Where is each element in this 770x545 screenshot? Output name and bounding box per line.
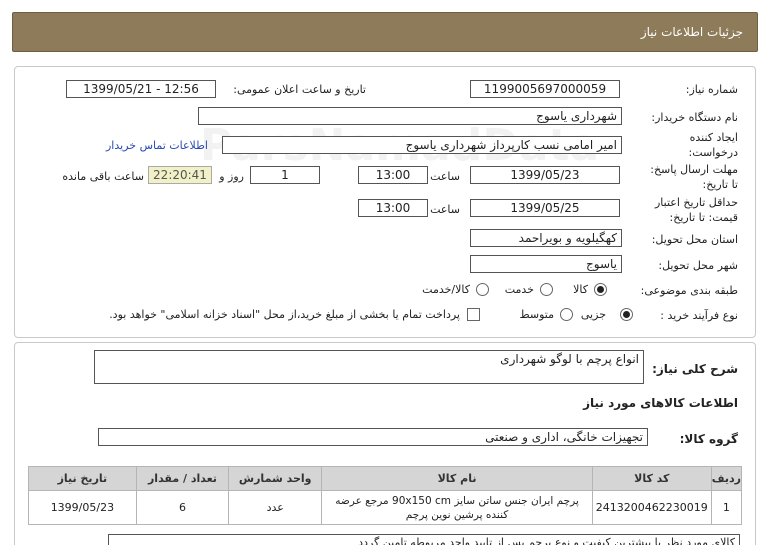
need-number-field[interactable]: 1199005697000059 [470, 80, 620, 98]
validity-time-label: ساعت [430, 203, 460, 216]
col-quantity: تعداد / مقدار [135, 466, 230, 491]
process-label: نوع فرآیند خرید : [660, 309, 738, 322]
remaining-time-field: 22:20:41 [148, 166, 212, 184]
announce-date-field[interactable]: 1399/05/21 - 12:56 [66, 80, 216, 98]
items-section-title: اطلاعات کالاهای مورد نیاز [583, 396, 738, 410]
buyer-label: نام دستگاه خریدار: [651, 111, 738, 124]
validity-date-field[interactable]: 1399/05/25 [470, 199, 620, 217]
announce-date-label: تاریخ و ساعت اعلان عمومی: [233, 83, 366, 96]
buyer-notes-field[interactable]: کالای مورد نظر با بیشترین کیفیت و نوع پر… [108, 534, 740, 545]
category-option-goods-service: کالا/خدمت [422, 283, 470, 296]
province-field[interactable]: کهگیلویه و بویراحمد [470, 229, 622, 247]
remaining-time-label: ساعت باقی مانده [62, 170, 144, 183]
category-label: طبقه بندی موضوعی: [640, 284, 738, 297]
need-description-field[interactable]: انواع پرچم با لوگو شهرداری [94, 350, 644, 384]
table-header-row: ردیف کد کالا نام کالا واحد شمارش تعداد /… [28, 466, 743, 491]
need-description-label: شرح کلی نیاز: [652, 362, 738, 376]
province-label: استان محل تحویل: [651, 233, 738, 246]
deadline-label: مهلت ارسال پاسخ: تا تاریخ: [650, 163, 738, 191]
treasury-payment-note: پرداخت تمام یا بخشی از مبلغ خرید،از محل … [109, 308, 460, 321]
process-option-medium: متوسط [519, 308, 554, 321]
col-need-date: تاریخ نیاز [28, 466, 137, 491]
requester-field[interactable]: امیر امامی نسب کارپرداز شهرداری یاسوج [222, 136, 622, 154]
category-radio-goods[interactable] [594, 283, 607, 296]
col-goods-code: کد کالا [591, 466, 712, 491]
cell-need-date: 1399/05/23 [28, 490, 137, 525]
goods-group-label: گروه کالا: [679, 432, 738, 446]
page-title: جزئیات اطلاعات نیاز [640, 25, 743, 39]
need-number-label: شماره نیاز: [685, 83, 738, 96]
process-radio-medium[interactable] [560, 308, 573, 321]
city-field[interactable]: یاسوج [470, 255, 622, 273]
buyer-contact-link[interactable]: اطلاعات تماس خریدار [106, 139, 208, 152]
cell-goods-name: پرچم ایران جنس ساتن سایز 90x150 cm مرجع … [321, 490, 593, 525]
days-label: روز و [219, 170, 244, 183]
process-option-minor: جزیی [580, 308, 606, 321]
deadline-date-field[interactable]: 1399/05/23 [470, 166, 620, 184]
cell-row-number: 1 [710, 490, 743, 525]
goods-group-field[interactable]: تجهیزات خانگی، اداری و صنعتی [98, 428, 648, 446]
page-header: جزئیات اطلاعات نیاز [12, 12, 758, 52]
category-radio-goods-service[interactable] [476, 283, 489, 296]
cell-goods-code: 2413200462230019 [591, 490, 712, 525]
cell-quantity: 6 [135, 490, 230, 525]
process-radio-minor[interactable] [620, 308, 633, 321]
days-remaining-field[interactable]: 1 [250, 166, 320, 184]
cell-unit: عدد [228, 490, 323, 525]
col-row-number: ردیف [710, 466, 743, 491]
validity-time-field[interactable]: 13:00 [358, 199, 428, 217]
deadline-time-label: ساعت [430, 170, 460, 183]
requester-label: ایجاد کننده درخواست: [688, 131, 738, 159]
table-row[interactable]: 1 2413200462230019 پرچم ایران جنس ساتن س… [28, 490, 743, 525]
deadline-time-field[interactable]: 13:00 [358, 166, 428, 184]
buyer-field[interactable]: شهرداری یاسوج [198, 107, 622, 125]
col-goods-name: نام کالا [321, 466, 593, 491]
category-option-goods: کالا [573, 283, 588, 296]
items-table: ردیف کد کالا نام کالا واحد شمارش تعداد /… [28, 466, 743, 525]
validity-label: حداقل تاریخ اعتبار قیمت: تا تاریخ: [654, 196, 738, 224]
treasury-payment-checkbox[interactable] [467, 308, 480, 321]
city-label: شهر محل تحویل: [658, 259, 738, 272]
col-unit: واحد شمارش [228, 466, 323, 491]
category-option-service: خدمت [504, 283, 534, 296]
category-radio-service[interactable] [540, 283, 553, 296]
